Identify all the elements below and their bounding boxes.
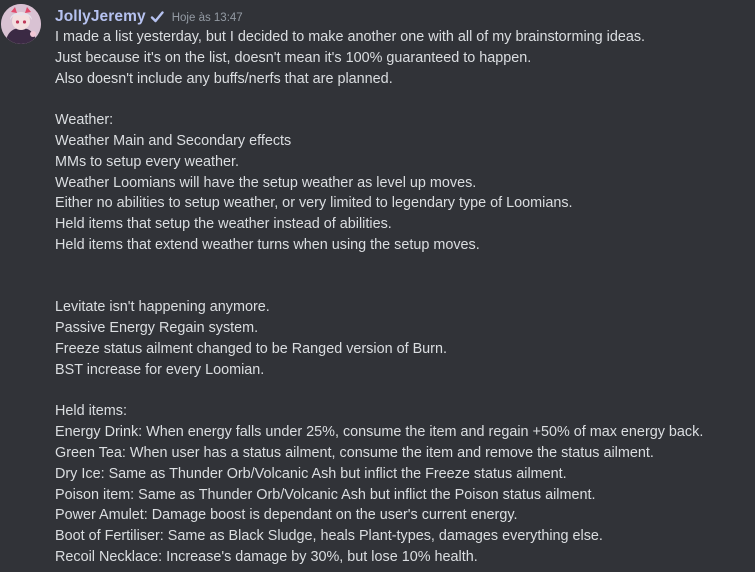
message-line — [55, 89, 750, 110]
message-line: I made a list yesterday, but I decided t… — [55, 29, 646, 45]
message-header: JollyJeremy Hoje às 13:47 — [55, 7, 243, 27]
message-line: Freeze status ailment changed to be Rang… — [55, 340, 447, 357]
checkmark-icon — [150, 10, 164, 24]
message-line: Dry Ice: Same as Thunder Orb/Volcanic As… — [55, 465, 567, 482]
message-line: Weather Loomians will have the setup wea… — [55, 174, 477, 191]
avatar-image — [1, 4, 41, 44]
message-line: Just because it's on the list, doesn't m… — [55, 49, 532, 66]
message-line: Weather Main and Secondary effects — [55, 132, 292, 149]
avatar[interactable] — [1, 4, 41, 44]
message-line: Energy Drink: When energy falls under 25… — [55, 424, 704, 441]
message-line: Held items: — [55, 403, 127, 420]
message-line — [55, 256, 750, 277]
message-line: Boot of Fertiliser: Same as Black Sludge… — [55, 528, 603, 545]
message-line: BST increase for every Loomian. — [55, 361, 265, 378]
message-line: Green Tea: When user has a status ailmen… — [55, 444, 654, 461]
message-line — [55, 277, 750, 298]
message-line: Held items that extend weather turns whe… — [55, 236, 480, 253]
message-line: MMs to setup every weather. — [55, 153, 239, 170]
message-line: Weather: — [55, 112, 114, 129]
message-line: Power Amulet: Damage boost is dependant … — [55, 507, 518, 524]
message-line: Also doesn't include any buffs/nerfs tha… — [55, 70, 393, 87]
message-line: Either no abilities to setup weather, or… — [55, 195, 573, 212]
message-line: Levitate isn't happening anymore. — [55, 299, 270, 316]
message-line: Recoil Necklace: Increase's damage by 30… — [55, 548, 478, 565]
message-timestamp[interactable]: Hoje às 13:47 — [172, 12, 243, 24]
chat-message: JollyJeremy Hoje às 13:47 I made a list … — [0, 0, 755, 572]
message-line — [55, 381, 750, 402]
message-line: Poison item: Same as Thunder Orb/Volcani… — [55, 486, 596, 503]
message-content: I made a list yesterday, but I decided t… — [55, 27, 750, 568]
username[interactable]: JollyJeremy — [55, 8, 146, 26]
message-line: Held items that setup the weather instea… — [55, 216, 392, 233]
message-line: Passive Energy Regain system. — [55, 320, 259, 337]
